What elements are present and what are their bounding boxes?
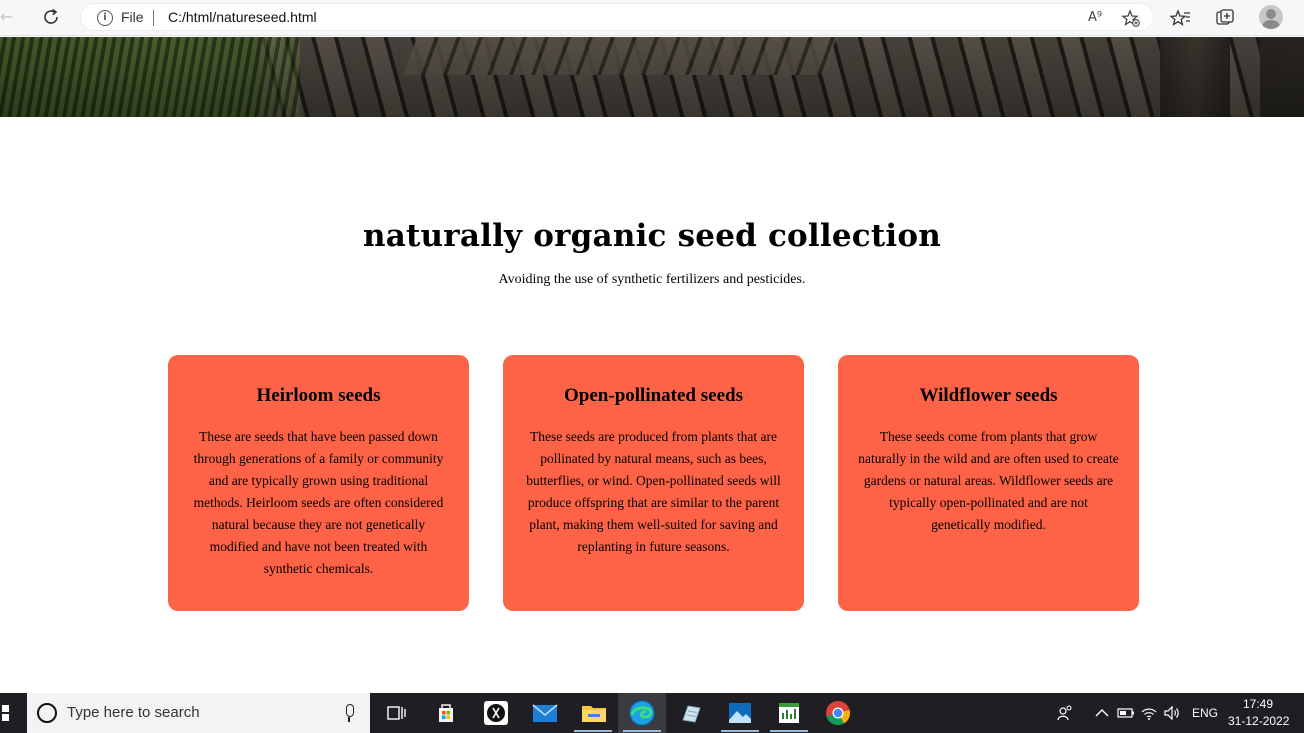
add-favorite-icon[interactable]	[1121, 8, 1141, 28]
card-title: Heirloom seeds	[256, 385, 381, 406]
card-text: These seeds come from plants that grow n…	[858, 429, 1119, 532]
info-icon[interactable]: i	[97, 10, 113, 26]
people-icon[interactable]	[1056, 704, 1074, 722]
clock-date[interactable]: 31-12-2022	[1228, 714, 1289, 728]
spreadsheet-app-icon[interactable]	[774, 698, 804, 728]
edge-browser-icon[interactable]	[627, 698, 657, 728]
taskbar-search-box[interactable]: Type here to search	[27, 693, 370, 733]
cortana-circle-icon	[37, 703, 57, 723]
card-text: These seeds are produced from plants tha…	[526, 429, 781, 554]
mail-icon[interactable]	[530, 698, 560, 728]
explorer-running-indicator	[574, 730, 612, 732]
card-title: Wildflower seeds	[919, 385, 1058, 406]
file-protocol-label: File	[121, 9, 144, 25]
back-arrow-icon[interactable]: ←	[0, 7, 20, 27]
task-view-icon[interactable]	[381, 698, 411, 728]
notes-app-icon[interactable]	[676, 698, 706, 728]
page-subtitle: Avoiding the use of synthetic fertilizer…	[498, 272, 806, 287]
photos-running-indicator	[721, 730, 759, 732]
chevron-up-icon[interactable]	[1093, 704, 1111, 722]
microsoft-store-icon[interactable]	[431, 698, 461, 728]
chrome-icon[interactable]	[823, 698, 853, 728]
refresh-icon[interactable]	[40, 6, 62, 28]
volume-icon[interactable]	[1163, 704, 1181, 722]
media-app-icon[interactable]	[481, 698, 511, 728]
wifi-icon[interactable]	[1140, 704, 1158, 722]
language-indicator[interactable]: ENG	[1192, 706, 1218, 720]
hero-shade-overlay	[0, 37, 1304, 117]
spreadsheet-running-indicator	[770, 730, 808, 732]
page-title: naturally organic seed collection	[363, 218, 941, 254]
read-aloud-icon[interactable]: A⁹	[1085, 8, 1105, 28]
photos-icon[interactable]	[725, 698, 755, 728]
windows-start-icon[interactable]	[0, 693, 22, 733]
battery-icon[interactable]	[1117, 704, 1135, 722]
edge-running-indicator	[623, 730, 661, 732]
seed-card-wildflower: Wildflower seeds These seeds come from p…	[838, 355, 1139, 611]
card-text: These are seeds that have been passed do…	[193, 429, 444, 576]
seed-card-open-pollinated: Open-pollinated seeds These seeds are pr…	[503, 355, 804, 611]
browser-toolbar: ← i File C:/html/natureseed.html A⁹	[0, 0, 1304, 36]
clock-time[interactable]: 17:49	[1243, 697, 1273, 711]
search-placeholder: Type here to search	[67, 704, 200, 721]
microphone-icon[interactable]	[343, 703, 355, 723]
card-title: Open-pollinated seeds	[564, 385, 743, 406]
windows-taskbar: Type here to search ENG 17:49 31-12-2022	[0, 693, 1304, 733]
profile-avatar-icon[interactable]	[1259, 5, 1283, 29]
address-bar[interactable]: i File C:/html/natureseed.html A⁹	[80, 3, 1154, 31]
address-separator	[153, 10, 154, 26]
seed-card-heirloom: Heirloom seeds These are seeds that have…	[168, 355, 469, 611]
url-text[interactable]: C:/html/natureseed.html	[168, 9, 317, 25]
favorites-icon[interactable]	[1169, 7, 1192, 29]
file-explorer-icon[interactable]	[579, 698, 609, 728]
collections-icon[interactable]	[1214, 7, 1236, 29]
hero-image	[0, 37, 1304, 117]
